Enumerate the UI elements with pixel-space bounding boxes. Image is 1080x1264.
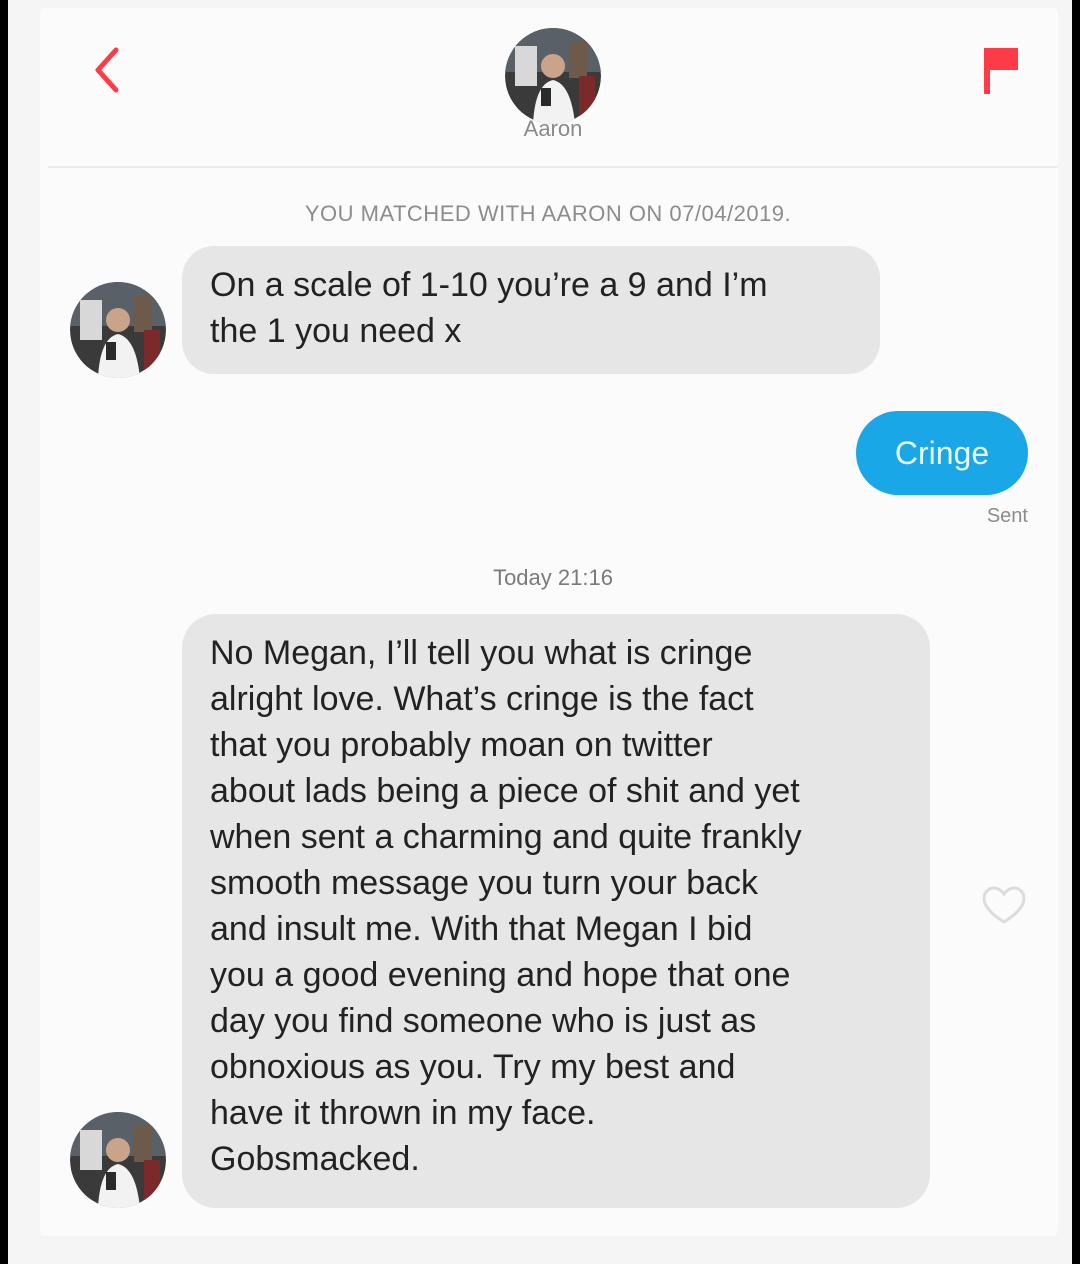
- match-notice: YOU MATCHED WITH AARON ON 07/04/2019.: [304, 201, 792, 226]
- header-divider: [48, 166, 1058, 168]
- sender-avatar[interactable]: [70, 1112, 166, 1208]
- flag-icon: [984, 48, 1018, 94]
- message-status: Sent: [986, 505, 1028, 527]
- contact-avatar[interactable]: [505, 28, 601, 124]
- message-bubble-incoming[interactable]: On a scale of 1-10 you’re a 9 and I’m th…: [182, 246, 880, 374]
- like-message-button[interactable]: [978, 882, 1030, 928]
- sender-avatar[interactable]: [70, 282, 166, 378]
- report-button[interactable]: [968, 40, 1028, 100]
- chat-screen: Aaron YOU MATCHED WITH AARON ON 07/04/20…: [8, 0, 1072, 1264]
- chevron-left-icon: [95, 47, 119, 93]
- heart-icon: [982, 886, 1026, 924]
- contact-name: Aaron: [523, 116, 583, 141]
- message-bubble-outgoing[interactable]: Cringe: [856, 411, 1028, 495]
- message-bubble-incoming[interactable]: No Megan, I’ll tell you what is cringe a…: [182, 614, 930, 1208]
- message-timestamp: Today 21:16: [493, 565, 613, 590]
- back-button[interactable]: [78, 40, 138, 100]
